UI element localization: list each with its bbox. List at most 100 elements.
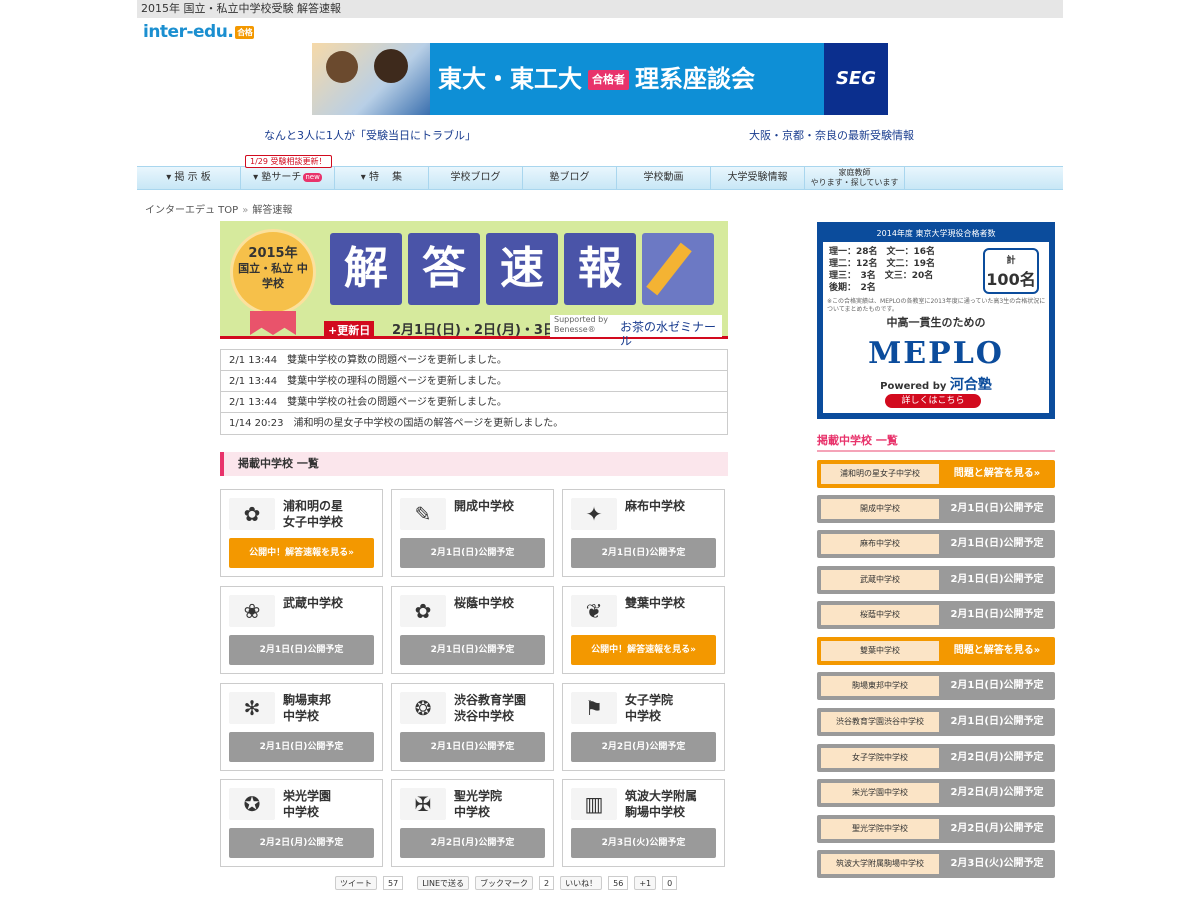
view-answers-button[interactable]: 公開中！解答速報を見る» <box>229 538 374 568</box>
sidebar-school-row[interactable]: 武蔵中学校 2月1日(日)公開予定 <box>817 566 1055 594</box>
school-name[interactable]: 聖光学院 中学校 <box>454 788 502 820</box>
nav-notice[interactable]: 1/29 受験相談更新！ <box>245 155 332 168</box>
sidebar-school-row[interactable]: 浦和明の星女子中学校 問題と解答を見る» <box>817 460 1055 488</box>
school-emblem-icon: ✿ <box>229 498 275 530</box>
school-name[interactable]: 栄光学園 中学校 <box>283 788 331 820</box>
sidebar-school-name: 雙葉中学校 <box>821 641 939 661</box>
nav-label: 家庭教師 <box>838 168 871 177</box>
nav-item-school-video[interactable]: 学校動画 <box>617 167 711 189</box>
sidebar-school-row[interactable]: 雙葉中学校 問題と解答を見る» <box>817 637 1055 665</box>
scheduled-status-button[interactable]: 2月1日(日)公開予定 <box>400 635 545 665</box>
scheduled-status-button[interactable]: 2月1日(日)公開予定 <box>229 732 374 762</box>
school-card: ❦ 雙葉中学校 公開中！解答速報を見る» <box>562 586 725 674</box>
update-item[interactable]: 2/1 13:44 雙葉中学校の理科の問題ページを更新しました。 <box>221 371 727 392</box>
school-name[interactable]: 筑波大学附属 駒場中学校 <box>625 788 697 820</box>
hero-banner: 2015年 国立・私立 中学校 解 答 速 報 +更新日 2月1日(日)・2日(… <box>220 221 728 348</box>
page: 2015年 国立・私立中学校受験 解答速報 inter-edu. 合格 東大・東工… <box>137 0 1063 900</box>
view-answers-button[interactable]: 公開中！解答速報を見る» <box>571 635 716 665</box>
gplus-button[interactable]: +1 <box>634 876 657 890</box>
nav-label: ▾ 塾サーチ <box>253 172 302 183</box>
school-emblem-icon: ▥ <box>571 788 617 820</box>
school-emblem-icon: ❂ <box>400 692 446 724</box>
school-name[interactable]: 麻布中学校 <box>625 498 685 514</box>
like-count: 56 <box>608 876 629 890</box>
scheduled-status-button[interactable]: 2月2日(月)公開予定 <box>400 828 545 858</box>
hero-char: 答 <box>408 233 480 305</box>
sidebar-school-row[interactable]: 栄光学園中学校 2月2日(月)公開予定 <box>817 779 1055 807</box>
facebook-like-button[interactable]: いいね！ <box>560 876 603 890</box>
sidebar-school-status: 2月2日(月)公開予定 <box>950 787 1044 798</box>
sidebar-school-row[interactable]: 桜蔭中学校 2月1日(日)公開予定 <box>817 601 1055 629</box>
school-name[interactable]: 浦和明の星 女子中学校 <box>283 498 343 530</box>
line-share-button[interactable]: LINEで送る <box>417 876 470 890</box>
scheduled-status-button[interactable]: 2月1日(日)公開予定 <box>229 635 374 665</box>
school-name[interactable]: 駒場東邦 中学校 <box>283 692 331 724</box>
school-name[interactable]: 雙葉中学校 <box>625 595 685 611</box>
school-name[interactable]: 渋谷教育学園 渋谷中学校 <box>454 692 526 724</box>
nav-label: ▾ 掲 示 板 <box>166 172 211 183</box>
ad-brand: MEPLO <box>868 336 1004 371</box>
sidebar-school-row[interactable]: 聖光学院中学校 2月2日(月)公開予定 <box>817 815 1055 843</box>
sidebar-school-row[interactable]: 開成中学校 2月1日(日)公開予定 <box>817 495 1055 523</box>
school-emblem-icon: ✿ <box>400 595 446 627</box>
school-card: ❀ 武蔵中学校 2月1日(日)公開予定 <box>220 586 383 674</box>
tweet-button[interactable]: ツイート <box>335 876 377 890</box>
scheduled-status-button[interactable]: 2月1日(日)公開予定 <box>400 732 545 762</box>
nav-item-school-blog[interactable]: 学校ブログ <box>429 167 523 189</box>
sidebar-school-name: 栄光学園中学校 <box>821 783 939 803</box>
scheduled-status-button[interactable]: 2月2日(月)公開予定 <box>229 828 374 858</box>
ad-total-label: 計 <box>1006 256 1016 266</box>
nav-item-tutor[interactable]: 家庭教師 やります・探しています <box>805 167 905 189</box>
nav-item-juku-search[interactable]: ▾ 塾サーチ new <box>241 167 335 189</box>
sidebar-school-status: 2月1日(日)公開予定 <box>950 574 1044 585</box>
seg-banner[interactable]: 東大・東工大 合格者 理系座談会 SEG <box>312 43 888 115</box>
ad-cta-button[interactable]: 詳しくはこちら <box>885 394 981 408</box>
sidebar-school-status: 2月2日(月)公開予定 <box>950 752 1044 763</box>
school-card: ▥ 筑波大学附属 駒場中学校 2月3日(火)公開予定 <box>562 779 725 867</box>
sidebar-school-row[interactable]: 女子学院中学校 2月2日(月)公開予定 <box>817 744 1055 772</box>
ad-powered-org: 河合塾 <box>949 377 992 393</box>
sidebar-school-row[interactable]: 駒場東邦中学校 2月1日(日)公開予定 <box>817 672 1055 700</box>
ad-powered: Powered by 河合塾 <box>823 374 1049 394</box>
update-item[interactable]: 1/14 20:23 浦和明の星女子中学校の国語の解答ページを更新しました。 <box>221 413 727 434</box>
school-name[interactable]: 武蔵中学校 <box>283 595 343 611</box>
sidebar-school-row[interactable]: 渋谷教育学園渋谷中学校 2月1日(日)公開予定 <box>817 708 1055 736</box>
school-name[interactable]: 開成中学校 <box>454 498 514 514</box>
sidebar-school-row[interactable]: 麻布中学校 2月1日(日)公開予定 <box>817 530 1055 558</box>
hatena-bookmark-button[interactable]: ブックマーク <box>475 876 534 890</box>
scheduled-status-button[interactable]: 2月1日(日)公開予定 <box>400 538 545 568</box>
school-name[interactable]: 女子学院 中学校 <box>625 692 673 724</box>
promo-link-kansai[interactable]: 大阪・京都・奈良の最新受験情報 <box>749 127 914 143</box>
update-list: 2/1 13:44 雙葉中学校の算数の問題ページを更新しました。 2/1 13:… <box>220 349 728 435</box>
sidebar-school-status: 2月1日(日)公開予定 <box>950 716 1044 727</box>
site-logo[interactable]: inter-edu. 合格 <box>143 22 255 42</box>
school-list-heading: 掲載中学校 一覧 <box>220 452 728 476</box>
scheduled-status-button[interactable]: 2月1日(日)公開予定 <box>571 538 716 568</box>
ad-rank-line: 理一：28名 文一：16名 <box>829 247 936 257</box>
sidebar-school-name: 武蔵中学校 <box>821 570 939 590</box>
sidebar-school-status: 2月2日(月)公開予定 <box>950 823 1044 834</box>
update-item[interactable]: 2/1 13:44 雙葉中学校の社会の問題ページを更新しました。 <box>221 392 727 413</box>
hero-char: 速 <box>486 233 558 305</box>
meplo-ad[interactable]: 2014年度 東京大学現役合格者数 理一：28名 文一：16名 理二：12名 文… <box>817 222 1055 419</box>
sidebar-school-status: 問題と解答を見る» <box>953 468 1041 479</box>
school-name-line1: 開成中学校 <box>454 499 515 513</box>
sidebar-school-row[interactable]: 筑波大学附属駒場中学校 2月3日(火)公開予定 <box>817 850 1055 878</box>
nav-item-feature[interactable]: ▾ 特 集 <box>335 167 429 189</box>
update-item[interactable]: 2/1 13:44 雙葉中学校の算数の問題ページを更新しました。 <box>221 350 727 371</box>
sidebar-school-name: 聖光学院中学校 <box>821 819 939 839</box>
nav-item-juku-blog[interactable]: 塾ブログ <box>523 167 617 189</box>
school-card: ❂ 渋谷教育学園 渋谷中学校 2月1日(日)公開予定 <box>391 683 554 771</box>
nav-item-university[interactable]: 大学受験情報 <box>711 167 805 189</box>
school-name[interactable]: 桜蔭中学校 <box>454 595 514 611</box>
school-name-line2: 中学校 <box>454 805 491 819</box>
nav-label: 塾ブログ <box>549 172 590 183</box>
sponsor-box: Supported by Benesse® お茶の水ゼミナール <box>550 315 722 348</box>
scheduled-status-button[interactable]: 2月3日(火)公開予定 <box>571 828 716 858</box>
school-card: ⚑ 女子学院 中学校 2月2日(月)公開予定 <box>562 683 725 771</box>
ad-total-value: 100名 <box>986 270 1036 289</box>
promo-link-trouble[interactable]: なんと3人に1人が「受験当日にトラブル」 <box>264 127 476 143</box>
scheduled-status-button[interactable]: 2月2日(月)公開予定 <box>571 732 716 762</box>
breadcrumb-home[interactable]: インターエデュ TOP <box>145 205 238 216</box>
nav-item-board[interactable]: ▾ 掲 示 板 <box>137 167 241 189</box>
